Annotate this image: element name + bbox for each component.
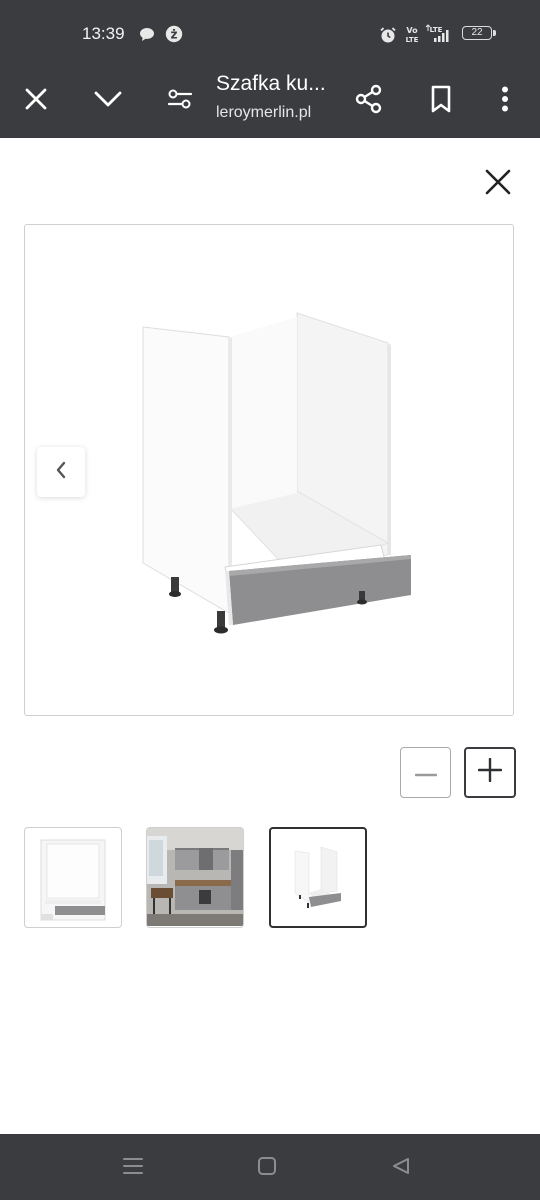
kitchen-room-thumbnail-image: [147, 828, 243, 926]
close-gallery-button[interactable]: [478, 164, 518, 204]
battery-icon: 22: [462, 26, 496, 40]
home-button[interactable]: [237, 1148, 297, 1188]
svg-text:LTE: LTE: [430, 26, 443, 34]
recent-apps-button[interactable]: [103, 1148, 163, 1188]
close-icon: [24, 87, 48, 116]
cabinet-image: [142, 312, 411, 634]
tune-icon: [167, 88, 193, 115]
bookmark-button[interactable]: [415, 64, 467, 138]
svg-text:ż: ż: [171, 28, 178, 42]
cabinet-front-thumbnail-image: [40, 839, 106, 921]
minus-icon: [414, 764, 437, 782]
previous-image-button[interactable]: [37, 447, 85, 497]
menu-icon: [122, 1157, 144, 1180]
back-button[interactable]: [371, 1148, 431, 1188]
cabinet-angled-thumbnail[interactable]: [269, 827, 367, 928]
chevron-down-icon: [94, 90, 122, 113]
status-time: 13:39: [82, 24, 125, 43]
zoom-out-button[interactable]: [400, 747, 451, 798]
more-options-button[interactable]: [479, 64, 531, 138]
system-navigation-bar: [0, 1134, 540, 1200]
volte-icon: Vo LTE: [404, 24, 420, 49]
page-url: leroymerlin.pl: [216, 104, 312, 121]
cabinet-front-thumbnail[interactable]: [24, 827, 122, 928]
plus-icon: [477, 757, 503, 787]
page-title: Szafka ku...: [216, 72, 326, 95]
chevron-left-icon: [55, 461, 67, 484]
zoom-in-button[interactable]: [464, 747, 516, 798]
zabka-app-icon: ż: [165, 25, 183, 48]
site-settings-button[interactable]: [154, 64, 206, 138]
lte-signal-icon: LTE: [424, 24, 452, 49]
gallery-modal: [0, 138, 540, 1134]
chat-bubble-icon: [139, 27, 155, 47]
back-triangle-icon: [391, 1156, 411, 1181]
home-square-icon: [257, 1156, 277, 1181]
main-product-image[interactable]: [24, 224, 514, 716]
svg-text:LTE: LTE: [406, 36, 419, 44]
battery-level: 22: [471, 27, 483, 38]
close-tab-button[interactable]: [10, 64, 62, 138]
custom-tab-toolbar: Szafka ku... leroymerlin.pl: [0, 64, 540, 138]
more-vert-icon: [501, 86, 509, 117]
share-button[interactable]: [343, 64, 395, 138]
close-icon: [485, 169, 511, 200]
cabinet-angled-thumbnail-image: [294, 846, 341, 908]
alarm-icon: [379, 26, 397, 49]
svg-text:Vo: Vo: [406, 26, 418, 35]
share-icon: [354, 84, 384, 119]
bookmark-icon: [430, 85, 452, 118]
kitchen-room-thumbnail[interactable]: [146, 827, 244, 928]
status-bar: 13:39 ż Vo LTE LTE 22: [0, 0, 540, 64]
minimize-tab-button[interactable]: [82, 64, 134, 138]
